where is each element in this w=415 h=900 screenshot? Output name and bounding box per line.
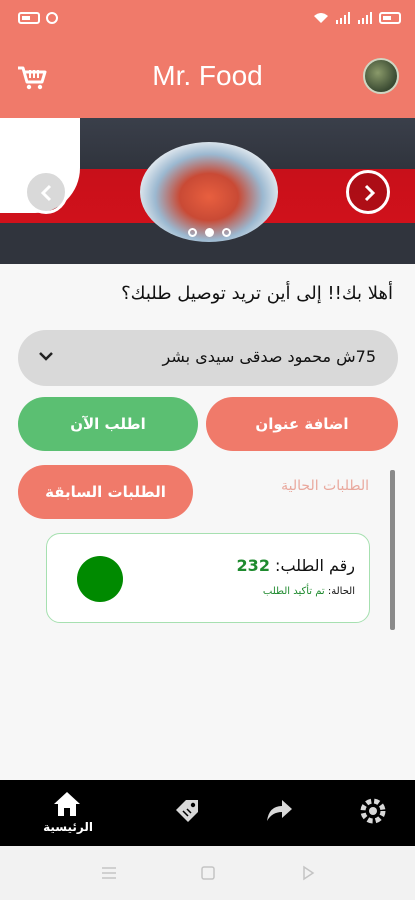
order-now-button[interactable]: اطلب الآن (18, 397, 198, 451)
carousel-dot[interactable] (222, 228, 231, 237)
promo-banner[interactable] (0, 118, 415, 264)
menu-icon[interactable] (101, 866, 117, 880)
current-orders-tab[interactable]: الطلبات الحالية (281, 478, 369, 494)
battery-icon (379, 12, 401, 24)
chevron-left-icon (40, 184, 52, 202)
nav-offers[interactable] (172, 796, 202, 830)
order-number: 232 (236, 556, 270, 575)
system-navigation-bar (0, 846, 415, 900)
nav-home[interactable] (52, 790, 82, 822)
order-status: تم تأكيد الطلب (262, 586, 325, 597)
battery-saver-icon (18, 12, 40, 24)
carousel-indicator (188, 228, 231, 237)
order-status-row: الحالة: تم تأكيد الطلب (263, 586, 355, 597)
chevron-down-icon (39, 352, 53, 361)
back-icon[interactable] (300, 865, 316, 881)
share-icon (267, 800, 292, 821)
nav-settings[interactable] (358, 796, 388, 830)
order-card[interactable]: رقم الطلب: 232 الحالة: تم تأكيد الطلب (46, 533, 370, 623)
carousel-dot-active[interactable] (205, 228, 214, 237)
bottom-navigation: الرئيسية (0, 780, 415, 846)
status-left-icons (18, 12, 58, 24)
alarm-icon (46, 12, 58, 24)
home-icon (54, 792, 80, 816)
scrollbar[interactable] (390, 470, 395, 630)
address-dropdown[interactable]: 75ش محمود صدقى سيدى بشر (18, 330, 398, 386)
app-bar: Mr. Food (0, 40, 415, 118)
greeting-text: أهلا بك!! إلى أين تريد توصيل طلبك؟ (121, 283, 393, 304)
app-title: Mr. Food (152, 60, 263, 91)
order-number-row: رقم الطلب: 232 (237, 556, 355, 575)
status-right-icons (313, 12, 401, 24)
order-status-indicator (77, 556, 123, 602)
signal-icon-2 (358, 12, 372, 24)
order-number-label: رقم الطلب: (275, 556, 355, 575)
previous-orders-button[interactable]: الطلبات السابقة (18, 465, 193, 519)
tag-icon (176, 800, 198, 822)
avatar[interactable] (363, 58, 399, 94)
gear-icon (360, 798, 386, 824)
nav-share[interactable] (264, 798, 294, 828)
add-address-button[interactable]: اضافة عنوان (206, 397, 398, 451)
nav-home-label: الرئيسية (43, 820, 93, 834)
order-status-label: الحالة: (327, 586, 355, 597)
signal-icon (336, 12, 350, 24)
banner-next-button[interactable] (346, 170, 390, 214)
chevron-right-icon (364, 184, 376, 202)
banner-dish-image (140, 142, 278, 242)
status-bar (0, 0, 415, 40)
banner-prev-button[interactable] (24, 170, 68, 214)
carousel-dot[interactable] (188, 228, 197, 237)
wifi-icon (314, 13, 328, 23)
home-square-icon[interactable] (200, 865, 216, 881)
selected-address: 75ش محمود صدقى سيدى بشر (162, 347, 376, 366)
